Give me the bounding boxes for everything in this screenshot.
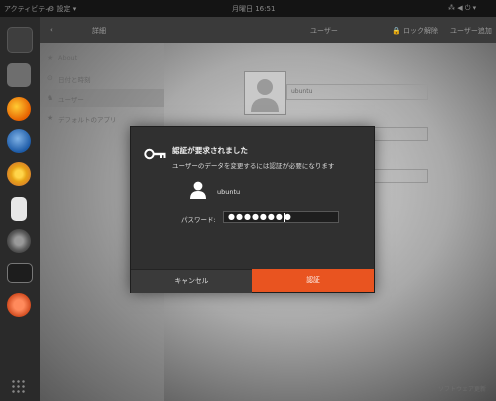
- settings-icon[interactable]: [7, 229, 31, 253]
- sidebar-item-datetime[interactable]: ⊙ 日付と時刻: [40, 69, 164, 87]
- top-bar: アクティビティ ⚙ 設定 ▾ 月曜日 16:51 ⁂ ◀ ⏻ ▾: [0, 0, 496, 17]
- sidebar-item-about[interactable]: ★ About: [40, 49, 164, 67]
- firefox-icon[interactable]: [7, 97, 31, 121]
- dock: [0, 17, 40, 401]
- page-title: ユーザー: [310, 27, 338, 35]
- sidebar-item-label: 日付と時刻: [58, 76, 91, 84]
- password-field[interactable]: [223, 211, 339, 223]
- username-field[interactable]: ubuntu: [286, 84, 428, 100]
- star-icon: ★: [47, 114, 54, 122]
- text-caret: [284, 213, 285, 222]
- settings-headerbar: ‹ 詳細 ユーザー 🔒 ロック解除 ユーザー追加: [40, 17, 496, 43]
- back-button[interactable]: ‹: [50, 26, 53, 34]
- dialog-subtitle: ユーザーのデータを変更するには認証が必要になります: [172, 162, 335, 170]
- app-menu[interactable]: ⚙ 設定 ▾: [48, 4, 76, 14]
- update-icon[interactable]: [7, 293, 31, 317]
- activities-button[interactable]: アクティビティ: [4, 4, 52, 14]
- show-apps-icon[interactable]: [11, 379, 27, 395]
- sidebar-item-label: デフォルトのアプリ: [58, 116, 117, 124]
- user-avatar[interactable]: [244, 71, 286, 115]
- users-icon: ♞: [47, 94, 54, 102]
- chromium-icon[interactable]: [7, 162, 31, 186]
- username-value: ubuntu: [291, 88, 313, 95]
- clock[interactable]: 月曜日 16:51: [232, 4, 275, 14]
- terminal-icon[interactable]: [7, 27, 33, 53]
- text-editor-icon[interactable]: [7, 63, 31, 87]
- sidebar-item-label: ユーザー: [58, 96, 84, 104]
- authenticate-button[interactable]: 認証: [252, 269, 374, 292]
- cancel-button[interactable]: キャンセル: [131, 269, 252, 293]
- avatar-silhouette-icon: [251, 79, 279, 112]
- key-icon: [144, 148, 166, 160]
- sidebar-item-label: About: [58, 54, 78, 62]
- sidebar-item-default-apps[interactable]: ★ デフォルトのアプリ: [40, 109, 164, 127]
- monitor-icon[interactable]: [7, 263, 33, 283]
- files-icon[interactable]: [11, 197, 27, 221]
- password-label: パスワード:: [181, 216, 216, 224]
- unlock-button[interactable]: 🔒 ロック解除: [392, 26, 438, 36]
- thunderbird-icon[interactable]: [7, 129, 31, 153]
- section-title: 詳細: [92, 27, 106, 35]
- sidebar-item-users[interactable]: ♞ ユーザー: [40, 89, 164, 107]
- status-menu[interactable]: ⁂ ◀ ⏻ ▾: [448, 4, 476, 13]
- dialog-title: 認証が要求されました: [172, 146, 248, 155]
- star-icon: ★: [47, 54, 54, 62]
- auth-dialog: 認証が要求されました ユーザーのデータを変更するには認証が必要になります ubu…: [130, 126, 375, 293]
- clock-icon: ⊙: [47, 74, 53, 82]
- add-user-button[interactable]: ユーザー追加: [450, 26, 492, 36]
- dialog-user-name: ubuntu: [217, 188, 241, 196]
- user-icon: [190, 181, 206, 199]
- watermark-text: ソフトウェア更新: [437, 386, 486, 393]
